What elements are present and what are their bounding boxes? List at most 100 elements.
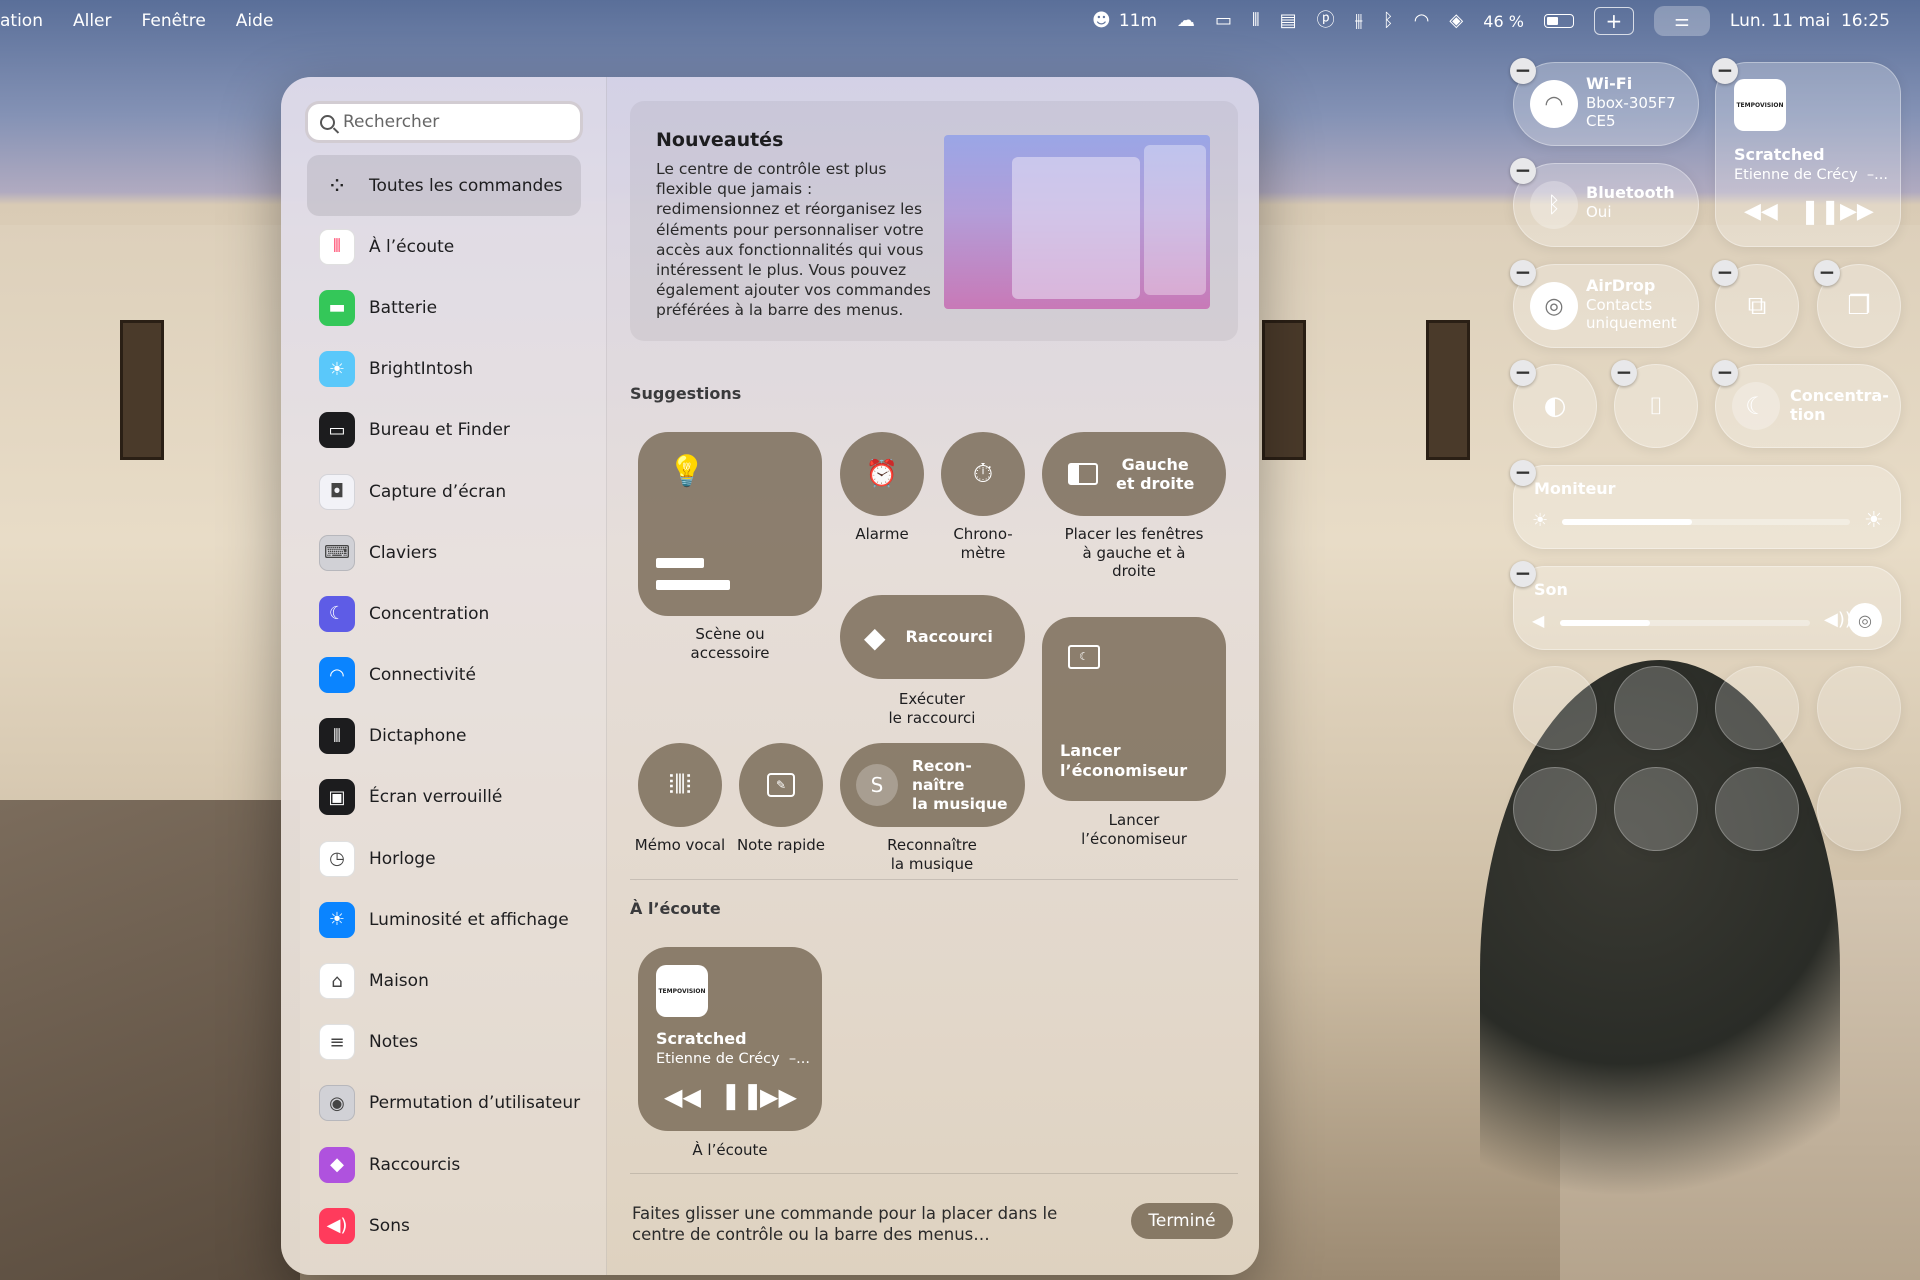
suggestions-title: Suggestions — [630, 384, 742, 403]
add-icon[interactable]: + — [1593, 7, 1634, 35]
window-icon[interactable]: ▤ — [1280, 12, 1297, 30]
cc-empty-slot[interactable] — [1513, 666, 1597, 750]
sidebar-item[interactable]: ⌨ Claviers — [307, 522, 581, 583]
moon-icon: ☾ — [319, 595, 355, 632]
bluetooth-icon[interactable]: ᛒ — [1383, 12, 1394, 30]
cloud-icon[interactable]: ☁ — [1177, 12, 1195, 30]
sidebar-item[interactable]: ◘ Capture d’écran — [307, 461, 581, 522]
screensaver-icon: ☾ — [1068, 645, 1100, 669]
battery-percent[interactable]: 46 % — [1483, 12, 1524, 31]
sidebar-item[interactable]: ≡ Notes — [307, 1012, 581, 1073]
rewind-icon[interactable]: ◀◀ — [664, 1083, 701, 1111]
wifi-icon[interactable]: ◠ — [1414, 12, 1430, 30]
scene-caption: Scène ou accessoire — [690, 625, 770, 662]
sidebar-item[interactable]: ⦀ À l’écoute — [307, 216, 581, 277]
cc-pause-icon[interactable]: ❚❚ — [1800, 197, 1840, 225]
menu-aide[interactable]: Aide — [236, 11, 274, 31]
remove-display-button[interactable]: − — [1510, 460, 1536, 486]
cc-empty-slot[interactable] — [1614, 767, 1698, 851]
cc-empty-slot[interactable] — [1715, 767, 1799, 851]
cc-bluetooth-tile[interactable]: ᛒ Bluetooth Oui — [1513, 163, 1699, 247]
cc-focus-tile[interactable]: ☾ Concentra- tion — [1715, 364, 1901, 448]
sidebar-item[interactable]: ◠ Connectivité — [307, 645, 581, 706]
remove-airdrop-button[interactable]: − — [1510, 260, 1536, 286]
screensaver-caption: Lancer l’économiseur — [1081, 811, 1187, 848]
recognize-music-label: Recon- naître la musique — [912, 756, 1008, 813]
scene-tile[interactable]: 💡 — [638, 432, 822, 616]
sound-slider-fill — [1560, 620, 1650, 626]
done-button[interactable]: Terminé — [1131, 1203, 1233, 1239]
sidebar-list: ⁘ Toutes les commandes ⦀ À l’écoute ▬ Batteri… — [307, 155, 581, 1256]
sound-slider[interactable] — [1560, 620, 1810, 626]
remove-screen-mirroring-button[interactable]: − — [1814, 260, 1840, 286]
control-center-editor: ⁘ Toutes les commandes ⦀ À l’écoute ▬ Batteri… — [281, 77, 1259, 1275]
airplay-audio-icon[interactable]: ◎ — [1848, 603, 1882, 637]
remove-wifi-button[interactable]: − — [1510, 58, 1536, 84]
cc-empty-slot[interactable] — [1614, 666, 1698, 750]
speaker-low-icon: ◀ — [1532, 611, 1545, 630]
shield-icon[interactable]: ◈ — [1449, 12, 1463, 30]
shortcut-tile[interactable]: ◆ Raccourci — [840, 595, 1025, 679]
p-app-icon[interactable]: ⓟ — [1317, 12, 1335, 30]
remove-sound-button[interactable]: − — [1510, 561, 1536, 587]
now-playing-tile[interactable]: TEMPOVISION Scratched Etienne de Crécy –… — [638, 947, 822, 1131]
remove-stage-manager-button[interactable]: − — [1712, 260, 1738, 286]
control-center-icon[interactable]: ⚌ — [1653, 6, 1710, 36]
search-icon — [320, 114, 335, 130]
remove-bluetooth-button[interactable]: − — [1510, 158, 1536, 184]
quick-note-tile[interactable]: ✎ — [739, 743, 823, 827]
sidebar-item[interactable]: ⌂ Maison — [307, 950, 581, 1011]
cc-empty-slot[interactable] — [1817, 666, 1901, 750]
sidebar-item[interactable]: ▬ Batterie — [307, 277, 581, 338]
cc-rewind-icon[interactable]: ◀◀ — [1744, 199, 1778, 224]
menu-app-name[interactable]: ation — [0, 11, 43, 31]
remove-screenshot-button[interactable]: − — [1611, 360, 1637, 386]
screensaver-tile[interactable]: ☾ Lancer l’économiseur — [1042, 617, 1226, 801]
wallpaper-shutter — [1262, 320, 1306, 460]
sidebar-item[interactable]: ⦀ Dictaphone — [307, 706, 581, 767]
pause-icon[interactable]: ❚❚ — [720, 1081, 764, 1111]
section-divider — [630, 879, 1238, 880]
stopwatch-tile[interactable]: ⏱ — [941, 432, 1025, 516]
timer-status[interactable]: ☻ 11m — [1092, 11, 1157, 31]
sidebar-item[interactable]: ⁘ Toutes les commandes — [307, 155, 581, 217]
sidebar-item[interactable]: ☀ BrightIntosh — [307, 339, 581, 400]
date-time[interactable]: Lun. 11 mai 16:25 — [1730, 11, 1890, 31]
cc-empty-slot[interactable] — [1513, 767, 1597, 851]
forward-icon[interactable]: ▶▶ — [760, 1083, 797, 1111]
sidebar-item[interactable]: ☀ Luminosité et affichage — [307, 889, 581, 950]
menu-fenetre[interactable]: Fenêtre — [142, 11, 206, 31]
airpods-icon[interactable]: ⫴ — [1252, 12, 1260, 30]
sidebar-item[interactable]: ◉ Permutation d’utilisateur — [307, 1073, 581, 1134]
alarm-tile[interactable]: ⏰ — [840, 432, 924, 516]
remove-now-playing-button[interactable]: − — [1712, 58, 1738, 84]
airpods-case-icon[interactable]: ⫵ — [1355, 12, 1363, 30]
voice-memo-tile[interactable]: ⦙⦀⦙ — [638, 743, 722, 827]
cc-forward-icon[interactable]: ▶▶ — [1840, 199, 1874, 224]
recognize-music-tile[interactable]: S Recon- naître la musique — [840, 743, 1025, 827]
sidebar-item-label: Claviers — [369, 542, 438, 563]
display-icon[interactable]: ▭ — [1215, 12, 1232, 30]
remove-accessibility-button[interactable]: − — [1510, 360, 1536, 386]
display-slider[interactable] — [1562, 519, 1850, 525]
search-input[interactable] — [343, 112, 563, 132]
cc-empty-slot[interactable] — [1715, 666, 1799, 750]
left-right-tile[interactable]: Gauche et droite — [1042, 432, 1226, 516]
sidebar-item[interactable]: ◆ Raccourcis — [307, 1134, 581, 1195]
left-right-caption: Placer les fenêtres à gauche et à droite — [1064, 525, 1204, 580]
sidebar-item[interactable]: ☾ Concentration — [307, 583, 581, 644]
battery-icon[interactable] — [1543, 14, 1574, 28]
search-field[interactable] — [305, 101, 583, 143]
menu-aller[interactable]: Aller — [73, 11, 112, 31]
sidebar-item[interactable]: ▭ Bureau et Finder — [307, 400, 581, 461]
sidebar-item[interactable]: ◷ Horloge — [307, 828, 581, 889]
cc-airdrop-tile[interactable]: ◎ AirDrop Contacts uniquement — [1513, 264, 1699, 348]
cc-wifi-tile[interactable]: ◠ Wi-Fi Bbox-305F7 CE5 — [1513, 62, 1699, 146]
sidebar-item[interactable]: ▣ Écran verrouillé — [307, 767, 581, 828]
clock-icon: ◷ — [319, 840, 355, 877]
cc-empty-slot[interactable] — [1817, 767, 1901, 851]
remove-focus-button[interactable]: − — [1712, 360, 1738, 386]
sidebar-item[interactable]: ◀) Sons — [307, 1195, 581, 1256]
cc-now-playing-tile[interactable]: TEMPOVISION Scratched Etienne de Crécy –… — [1715, 62, 1901, 247]
cc-focus-title: Concentra- tion — [1790, 386, 1889, 424]
